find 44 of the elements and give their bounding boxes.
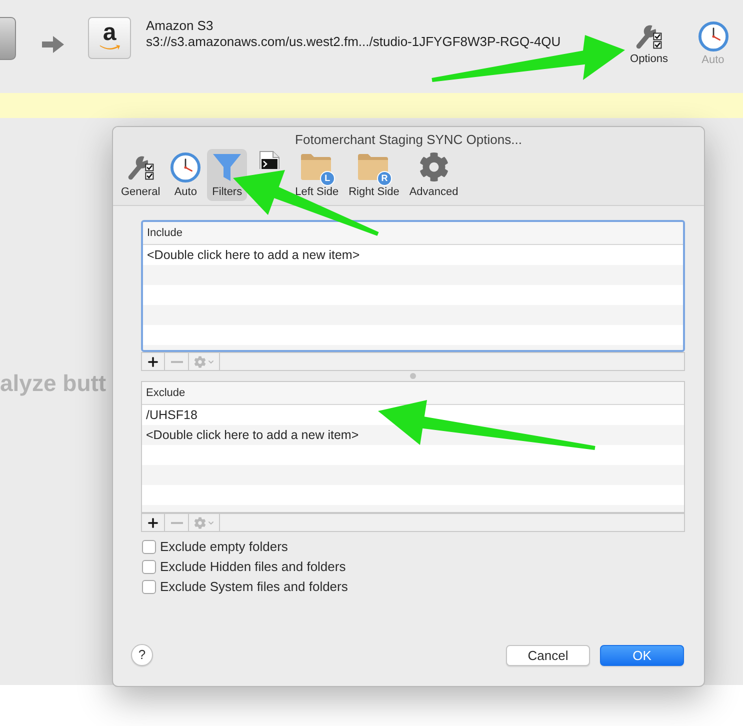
options-button[interactable]: Options	[626, 21, 672, 66]
side-badge: R	[376, 171, 392, 186]
help-button[interactable]: ?	[131, 644, 153, 666]
list-table[interactable]: Include <Double click here to add a new item>	[141, 220, 685, 352]
destination-path: s3://s3.amazonaws.com/us.west2.fm.../studio-1JFYGF8W3P-RGQ-4QU	[146, 34, 561, 50]
toolbar-tab[interactable]: Advanced	[405, 149, 462, 201]
column-header: Exclude	[142, 382, 684, 405]
gear-icon	[194, 356, 206, 368]
minus-icon	[170, 360, 182, 362]
list-table[interactable]: Exclude /UHSF18 <Double click here to add a new item>	[141, 381, 685, 513]
smile-arrow-icon	[98, 44, 120, 50]
toolbar-tab[interactable]: R Right Side	[344, 149, 404, 201]
clock-icon	[170, 152, 202, 182]
caret-icon	[206, 358, 214, 366]
destination-name: Amazon S3	[146, 18, 214, 34]
caret-icon	[206, 518, 214, 526]
toolbar-tab[interactable]: Auto	[166, 149, 206, 201]
checkbox-label[interactable]: Exclude System files and folders	[160, 579, 348, 595]
clock-icon	[698, 21, 728, 52]
cancel-button[interactable]: Cancel	[506, 644, 590, 666]
side-badge: L	[320, 171, 335, 186]
toolbar-tab[interactable]: General	[117, 149, 164, 201]
toolbar-tab[interactable]: Filters	[207, 149, 248, 201]
dialog-title: Fotomerchant Staging SYNC Options...	[295, 132, 522, 148]
background-heading: alyze butt	[0, 369, 106, 397]
funnel-icon	[211, 151, 244, 183]
folder-icon	[356, 153, 389, 181]
logo-letter: a	[102, 22, 116, 44]
minus-icon	[170, 522, 182, 524]
gear-icon	[194, 516, 206, 528]
checkbox-label[interactable]: Exclude Hidden files and folders	[160, 559, 346, 575]
toolbar-tab[interactable]: L Left Side	[291, 149, 343, 201]
gear-icon	[418, 152, 449, 182]
folder-icon	[300, 153, 332, 181]
checkbox-label[interactable]: Exclude empty folders	[160, 539, 288, 555]
checkbox[interactable]	[142, 560, 156, 574]
column-header: Include	[143, 222, 683, 245]
checkbox[interactable]	[142, 580, 156, 594]
splitter-handle[interactable]	[410, 373, 416, 379]
checkbox[interactable]	[142, 540, 156, 554]
plus-icon	[146, 354, 160, 368]
ok-button[interactable]: OK	[600, 644, 684, 666]
right-arrow-icon	[42, 36, 64, 53]
plus-icon	[146, 516, 160, 530]
